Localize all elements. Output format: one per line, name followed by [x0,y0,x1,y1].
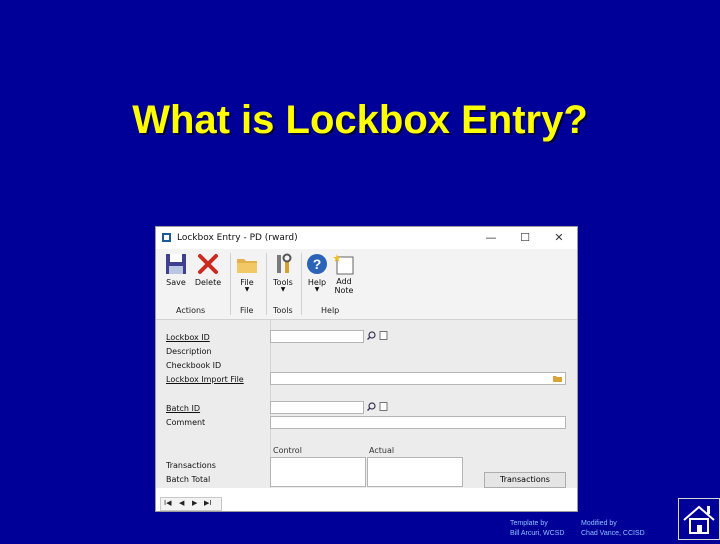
group-label-file: File [240,306,254,315]
group-label-tools: Tools [273,306,293,315]
lockbox-import-file-input[interactable] [270,372,566,385]
add-note-icon [333,253,355,275]
actual-values-field [367,457,463,487]
save-button[interactable]: Save [161,253,191,305]
group-label-actions: Actions [176,306,206,315]
group-label-help: Help [321,306,340,315]
delete-icon [197,253,219,275]
comment-input[interactable] [270,416,566,429]
home-button[interactable] [678,498,720,540]
group-separator [266,253,267,315]
file-menu-button[interactable]: File ▼ [232,253,262,305]
batch-id-input[interactable] [270,401,364,414]
help-menu-button[interactable]: ? Help ▼ [302,253,332,305]
tools-menu-button[interactable]: Tools ▼ [268,253,298,305]
last-record-button[interactable]: ▶I [204,499,211,507]
template-by-label: Template by [510,520,548,527]
help-icon: ? [306,253,328,275]
maximize-button[interactable]: ☐ [512,230,538,246]
transactions-button[interactable]: Transactions [484,472,566,488]
lockbox-id-label: Lockbox ID [166,333,210,342]
lockbox-id-input[interactable] [270,330,364,343]
lockbox-entry-window: Lockbox Entry - PD (rward) — ☐ ✕ Save De… [155,226,578,512]
home-icon [683,505,715,534]
app-icon [162,233,171,242]
lookup-icon[interactable] [367,402,376,411]
next-record-button[interactable]: ▶ [192,499,197,507]
lockbox-import-file-label: Lockbox Import File [166,375,244,384]
description-label: Description [166,347,212,356]
window-title: Lockbox Entry - PD (rward) [177,233,298,243]
lookup-icon[interactable] [367,331,376,340]
folder-icon[interactable] [553,374,562,383]
first-record-button[interactable]: I◀ [164,499,171,507]
group-separator [230,253,231,315]
note-icon[interactable] [379,331,388,340]
svg-text:?: ? [313,256,322,272]
delete-button[interactable]: Delete [193,253,223,305]
control-column-header: Control [273,446,302,455]
modified-by-label: Modified by [581,520,617,527]
note-icon[interactable] [379,402,388,411]
tools-icon [272,253,294,275]
checkbook-id-label: Checkbook ID [166,361,222,370]
record-navigation-bar: I◀ ◀ ▶ ▶I [160,497,222,511]
close-button[interactable]: ✕ [546,230,572,246]
batch-id-label: Batch ID [166,404,201,413]
batch-total-label: Batch Total [166,475,211,484]
folder-icon [236,253,258,275]
modified-author: Chad Vance, CCISD [581,530,645,537]
lockbox-form: Lockbox ID Description Checkbook ID Lock… [156,320,577,488]
comment-label: Comment [166,418,206,427]
template-author: Bill Arcuri, WCSD [510,530,565,537]
window-titlebar: Lockbox Entry - PD (rward) — ☐ ✕ [156,227,577,249]
actual-column-header: Actual [369,446,395,455]
add-note-button[interactable]: Add Note [329,253,359,305]
transactions-label: Transactions [166,461,216,470]
minimize-button[interactable]: — [478,230,504,246]
previous-record-button[interactable]: ◀ [179,499,184,507]
save-icon [165,253,187,275]
slide-title: What is Lockbox Entry? [132,98,588,142]
control-values-field[interactable] [270,457,366,487]
ribbon: Save Delete File ▼ Tools ▼ ? Help ▼ Add … [156,249,577,320]
